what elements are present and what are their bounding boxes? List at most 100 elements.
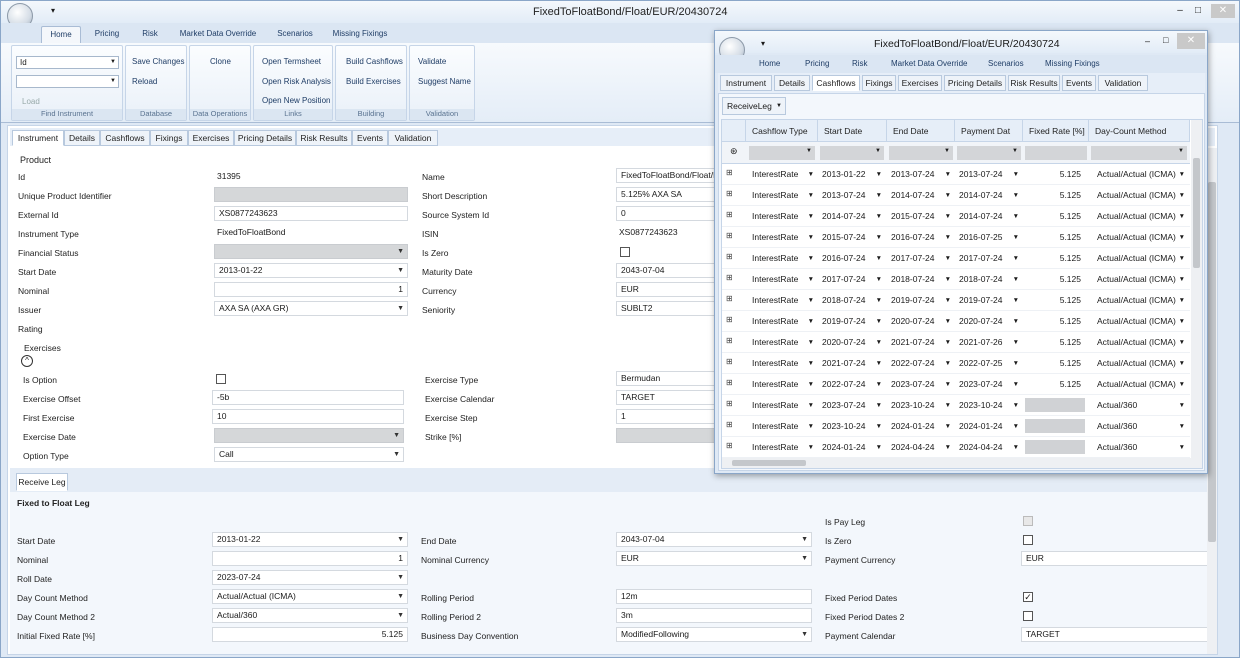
source-system-id-field[interactable]: 0 xyxy=(616,206,716,221)
business-day-convention-combo[interactable]: ModifiedFollowing ▼ xyxy=(616,627,812,642)
cell-cashflow-type[interactable]: InterestRate ▼ xyxy=(752,311,818,332)
maturity-date-field[interactable]: 2043-07-04 xyxy=(616,263,716,278)
name-field[interactable]: FixedToFloatBond/Float/EUR/20430724 xyxy=(616,168,716,183)
col-header-fixed-rate[interactable]: Fixed Rate [%] xyxy=(1023,120,1089,142)
strike-field[interactable] xyxy=(616,428,716,443)
nominal-currency-combo[interactable]: EUR ▼ xyxy=(616,551,812,566)
cell-payment-date[interactable]: 2016-07-25 ▼ xyxy=(959,227,1023,248)
cell-fixed-rate[interactable]: 5.125 xyxy=(1023,269,1085,290)
cell-payment-date[interactable]: 2018-07-24 ▼ xyxy=(959,269,1023,290)
cell-cashflow-type[interactable]: InterestRate ▼ xyxy=(752,416,818,437)
col-header-day-count-method[interactable]: Day-Count Method xyxy=(1089,120,1190,142)
day-count-method-2-combo[interactable]: Actual/360 ▼ xyxy=(212,608,408,623)
tab-validation[interactable]: Validation xyxy=(388,130,438,146)
cell-payment-date[interactable]: 2013-07-24 ▼ xyxy=(959,164,1023,185)
fixed-period-dates-checkbox[interactable]: ✓ xyxy=(1023,592,1033,602)
cell-payment-date[interactable]: 2024-04-24 ▼ xyxy=(959,437,1023,458)
expand-row-icon[interactable]: ⊞ xyxy=(726,273,733,282)
open-new-position-button[interactable]: Open New Position xyxy=(262,96,330,105)
popup-tab-validation[interactable]: Validation xyxy=(1098,75,1148,91)
cell-cashflow-type[interactable]: InterestRate ▼ xyxy=(752,437,818,458)
payment-currency-combo[interactable]: EUR▼ xyxy=(1021,551,1217,566)
cell-start-date[interactable]: 2015-07-24 ▼ xyxy=(822,227,886,248)
cell-cashflow-type[interactable]: InterestRate ▼ xyxy=(752,185,818,206)
expand-row-icon[interactable]: ⊞ xyxy=(726,231,733,240)
expand-row-icon[interactable]: ⊞ xyxy=(726,315,733,324)
cell-end-date[interactable]: 2013-07-24 ▼ xyxy=(891,164,955,185)
cell-cashflow-type[interactable]: InterestRate ▼ xyxy=(752,227,818,248)
cell-fixed-rate[interactable] xyxy=(1023,395,1085,416)
cell-cashflow-type[interactable]: InterestRate ▼ xyxy=(752,269,818,290)
cell-fixed-rate[interactable]: 5.125 xyxy=(1023,227,1085,248)
cell-day-count-method[interactable]: Actual/Actual (ICMA) ▼ xyxy=(1097,353,1189,374)
col-header-end-date[interactable]: End Date xyxy=(887,120,955,142)
cell-cashflow-type[interactable]: InterestRate ▼ xyxy=(752,206,818,227)
suggest-name-button[interactable]: Suggest Name xyxy=(418,77,471,86)
cell-fixed-rate[interactable]: 5.125 xyxy=(1023,374,1085,395)
short-description-field[interactable]: 5.125% AXA SA xyxy=(616,187,716,202)
leg-nominal-field[interactable]: 1 xyxy=(212,551,408,566)
main-scrollbar[interactable] xyxy=(1207,148,1217,654)
rolling-period-2-field[interactable]: 3m xyxy=(616,608,812,623)
table-row[interactable]: ⊞ InterestRate ▼ 2023-10-24 ▼ 2024-01-24 ▼ 2024… xyxy=(722,416,1190,437)
popup-tab-cashflows[interactable]: Cashflows xyxy=(812,75,860,91)
tab-pricing-details[interactable]: Pricing Details xyxy=(234,130,296,146)
clone-button[interactable]: Clone xyxy=(210,57,231,66)
popup-ribbon-tab-home[interactable]: Home xyxy=(759,59,780,68)
leg-selector-dropdown[interactable]: ReceiveLeg ▼ xyxy=(722,97,786,115)
day-count-method-combo[interactable]: Actual/Actual (ICMA) ▼ xyxy=(212,589,408,604)
find-field-combo[interactable]: Id ▼ xyxy=(16,56,119,69)
cell-payment-date[interactable]: 2014-07-24 ▼ xyxy=(959,206,1023,227)
filter-cashflow-type[interactable]: ▼ xyxy=(749,146,815,160)
cell-fixed-rate[interactable]: 5.125 xyxy=(1023,353,1085,374)
cell-fixed-rate[interactable]: 5.125 xyxy=(1023,311,1085,332)
table-row[interactable]: ⊞ InterestRate ▼ 2023-07-24 ▼ 2023-10-24 ▼ 2023… xyxy=(722,395,1190,416)
close-button[interactable]: ✕ xyxy=(1211,4,1235,18)
exercise-calendar-field[interactable]: TARGET xyxy=(616,390,716,405)
expand-row-icon[interactable]: ⊞ xyxy=(726,189,733,198)
roll-date-field[interactable]: 2023-07-24 ▼ xyxy=(212,570,408,585)
cell-day-count-method[interactable]: Actual/360 ▼ xyxy=(1097,416,1189,437)
popup-minimize-button[interactable]: – xyxy=(1145,36,1150,46)
expand-row-icon[interactable]: ⊞ xyxy=(726,294,733,303)
leg-end-date-field[interactable]: 2043-07-04 ▼ xyxy=(616,532,812,547)
tab-fixings[interactable]: Fixings xyxy=(150,130,188,146)
cell-fixed-rate[interactable]: 5.125 xyxy=(1023,332,1085,353)
col-header-cashflow-type[interactable]: Cashflow Type xyxy=(746,120,818,142)
cell-start-date[interactable]: 2018-07-24 ▼ xyxy=(822,290,886,311)
popup-tab-pricing-details[interactable]: Pricing Details xyxy=(944,75,1006,91)
exercise-type-field[interactable]: Bermudan xyxy=(616,371,716,386)
cell-day-count-method[interactable]: Actual/Actual (ICMA) ▼ xyxy=(1097,164,1189,185)
cell-end-date[interactable]: 2023-10-24 ▼ xyxy=(891,395,955,416)
payment-calendar-combo[interactable]: TARGET▼ xyxy=(1021,627,1217,642)
issuer-combo[interactable]: AXA SA (AXA GR) ▼ xyxy=(214,301,408,316)
cell-start-date[interactable]: 2023-10-24 ▼ xyxy=(822,416,886,437)
table-row[interactable]: ⊞ InterestRate ▼ 2013-01-22 ▼ 2013-07-24 ▼ 2013… xyxy=(722,164,1190,185)
popup-tab-fixings[interactable]: Fixings xyxy=(862,75,896,91)
cell-payment-date[interactable]: 2022-07-25 ▼ xyxy=(959,353,1023,374)
is-zero-checkbox[interactable] xyxy=(620,247,630,257)
cell-end-date[interactable]: 2015-07-24 ▼ xyxy=(891,206,955,227)
table-row[interactable]: ⊞ InterestRate ▼ 2014-07-24 ▼ 2015-07-24 ▼ 2014… xyxy=(722,206,1190,227)
cell-fixed-rate[interactable] xyxy=(1023,416,1085,437)
cell-end-date[interactable]: 2021-07-24 ▼ xyxy=(891,332,955,353)
cell-fixed-rate[interactable]: 5.125 xyxy=(1023,290,1085,311)
table-row[interactable]: ⊞ InterestRate ▼ 2024-01-24 ▼ 2024-04-24 ▼ 2024… xyxy=(722,437,1190,458)
start-date-field[interactable]: 2013-01-22 ▼ xyxy=(214,263,408,278)
currency-field[interactable]: EUR xyxy=(616,282,716,297)
initial-fixed-rate-field[interactable]: 5.125 xyxy=(212,627,408,642)
table-row[interactable]: ⊞ InterestRate ▼ 2017-07-24 ▼ 2018-07-24 ▼ 2018… xyxy=(722,269,1190,290)
cell-start-date[interactable]: 2022-07-24 ▼ xyxy=(822,374,886,395)
cell-day-count-method[interactable]: Actual/Actual (ICMA) ▼ xyxy=(1097,311,1189,332)
cell-day-count-method[interactable]: Actual/Actual (ICMA) ▼ xyxy=(1097,185,1189,206)
cell-start-date[interactable]: 2017-07-24 ▼ xyxy=(822,269,886,290)
cell-fixed-rate[interactable]: 5.125 xyxy=(1023,206,1085,227)
collapse-icon[interactable]: ^ xyxy=(21,355,33,367)
popup-maximize-button[interactable]: □ xyxy=(1163,35,1168,45)
cell-start-date[interactable]: 2014-07-24 ▼ xyxy=(822,206,886,227)
cell-end-date[interactable]: 2017-07-24 ▼ xyxy=(891,248,955,269)
tab-cashflows[interactable]: Cashflows xyxy=(100,130,150,146)
save-changes-button[interactable]: Save Changes xyxy=(132,57,184,66)
cell-start-date[interactable]: 2023-07-24 ▼ xyxy=(822,395,886,416)
cell-day-count-method[interactable]: Actual/Actual (ICMA) ▼ xyxy=(1097,374,1189,395)
